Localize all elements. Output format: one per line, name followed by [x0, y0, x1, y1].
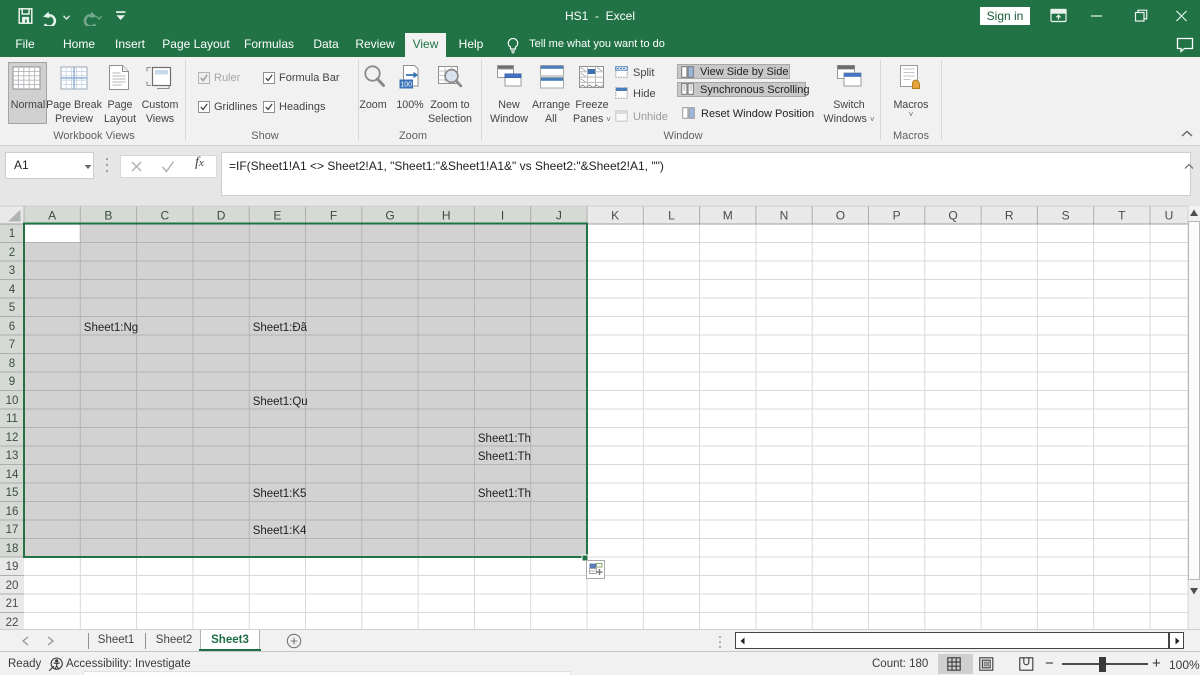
svg-text:B: B — [104, 209, 112, 223]
svg-text:16: 16 — [6, 506, 19, 518]
svg-text:5: 5 — [9, 302, 15, 314]
svg-text:Sheet1:Đã: Sheet1:Đã — [253, 322, 308, 334]
svg-text:12: 12 — [6, 432, 19, 444]
svg-text:R: R — [1005, 209, 1014, 223]
svg-text:17: 17 — [6, 524, 19, 536]
svg-text:21: 21 — [6, 598, 19, 610]
svg-text:E: E — [273, 209, 281, 223]
svg-text:18: 18 — [6, 543, 19, 555]
svg-text:I: I — [501, 209, 504, 223]
svg-text:Sheet1:Qu: Sheet1:Qu — [253, 396, 308, 408]
svg-text:J: J — [556, 209, 562, 223]
svg-text:Sheet1:Th: Sheet1:Th — [478, 433, 531, 445]
svg-text:7: 7 — [9, 339, 15, 351]
svg-text:1: 1 — [9, 228, 15, 240]
svg-text:S: S — [1062, 209, 1070, 223]
svg-text:14: 14 — [6, 469, 19, 481]
svg-text:15: 15 — [6, 487, 19, 499]
svg-text:11: 11 — [6, 413, 18, 425]
svg-text:6: 6 — [9, 321, 15, 333]
svg-text:Sheet1:K5: Sheet1:K5 — [253, 488, 307, 500]
svg-text:22: 22 — [6, 617, 19, 629]
svg-text:Sheet1:Th: Sheet1:Th — [478, 451, 531, 463]
svg-text:U: U — [1165, 209, 1174, 223]
svg-text:Sheet1:Th: Sheet1:Th — [478, 488, 531, 500]
svg-text:4: 4 — [9, 284, 16, 296]
svg-text:2: 2 — [9, 247, 15, 259]
svg-text:N: N — [780, 209, 789, 223]
svg-text:H: H — [442, 209, 451, 223]
svg-text:10: 10 — [6, 395, 19, 407]
svg-text:Sheet1:Ng: Sheet1:Ng — [84, 322, 138, 334]
svg-text:C: C — [160, 209, 169, 223]
svg-text:T: T — [1118, 209, 1126, 223]
svg-text:Q: Q — [948, 209, 957, 223]
svg-text:M: M — [723, 209, 733, 223]
svg-text:20: 20 — [6, 580, 19, 592]
svg-text:D: D — [217, 209, 226, 223]
svg-text:L: L — [668, 209, 675, 223]
svg-text:9: 9 — [9, 376, 15, 388]
svg-text:O: O — [836, 209, 845, 223]
svg-text:100: 100 — [400, 82, 412, 89]
svg-text:19: 19 — [6, 561, 19, 573]
svg-text:G: G — [385, 209, 394, 223]
svg-text:3: 3 — [9, 265, 15, 277]
svg-text:A: A — [48, 209, 56, 223]
svg-text:K: K — [611, 209, 619, 223]
svg-text:P: P — [893, 209, 901, 223]
svg-text:Sheet1:K4: Sheet1:K4 — [253, 525, 307, 537]
svg-text:13: 13 — [6, 450, 19, 462]
svg-text:8: 8 — [9, 358, 15, 370]
svg-text:F: F — [330, 209, 337, 223]
